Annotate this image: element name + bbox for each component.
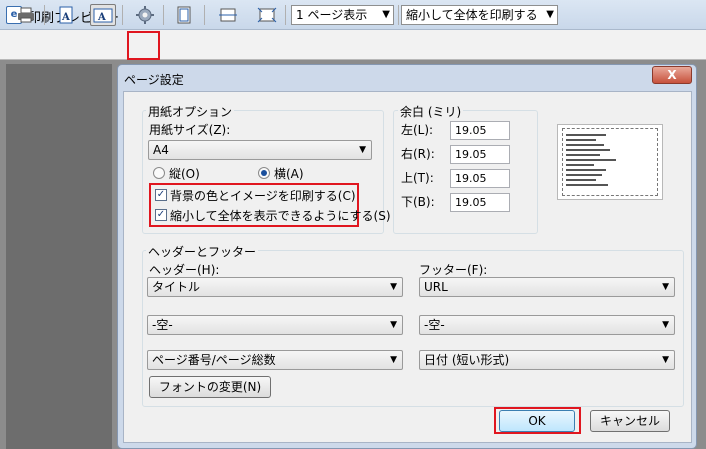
portrait-icon[interactable]: A — [54, 4, 78, 26]
margins-label: 余白 (ミリ) — [398, 103, 464, 120]
paper-options-label: 用紙オプション — [146, 103, 235, 120]
chevron-down-icon: ▼ — [390, 355, 397, 365]
page-preview-thumbnail — [557, 124, 663, 200]
header-select-2[interactable]: -空- ▼ — [147, 315, 403, 335]
footer-value-1: URL — [424, 280, 448, 294]
footer-select-2[interactable]: -空- ▼ — [419, 315, 675, 335]
header-select-1[interactable]: タイトル ▼ — [147, 277, 403, 297]
toolbar-separator — [204, 5, 205, 25]
chevron-down-icon: ▼ — [390, 282, 397, 292]
chevron-down-icon: ▼ — [662, 282, 669, 292]
print-icon[interactable] — [14, 4, 38, 26]
preview-page — [6, 64, 112, 449]
page-view-value: 1 ページ表示 — [296, 8, 368, 22]
chevron-down-icon: ▼ — [390, 320, 397, 330]
shrink-to-fit-checkbox[interactable]: ✓ — [155, 209, 167, 221]
print-background-checkbox[interactable]: ✓ — [155, 189, 167, 201]
toolbar-separator — [398, 5, 399, 25]
chevron-down-icon: ▼ — [662, 355, 669, 365]
toolbar-separator — [122, 5, 123, 25]
footer-value-3: 日付 (短い形式) — [424, 353, 510, 367]
footer-select-1[interactable]: URL ▼ — [419, 277, 675, 297]
close-icon[interactable]: X — [652, 66, 692, 84]
header-value-2: -空- — [152, 318, 173, 332]
header-value-1: タイトル — [152, 280, 201, 294]
chevron-down-icon: ▼ — [359, 145, 366, 155]
margin-left-input[interactable]: 19.05 — [450, 121, 510, 140]
header-select-3[interactable]: ページ番号/ページ総数 ▼ — [147, 350, 403, 370]
paper-size-label: 用紙サイズ(Z): — [149, 123, 231, 137]
shrink-to-fit-label: 縮小して全体を表示できるようにする(S) — [170, 209, 391, 223]
margin-left-label: 左(L): — [401, 123, 434, 137]
print-background-label: 背景の色とイメージを印刷する(C) — [170, 189, 356, 203]
toolbar-separator — [285, 5, 286, 25]
chevron-down-icon: ▼ — [662, 320, 669, 330]
svg-text:A: A — [97, 12, 106, 23]
page-width-icon[interactable] — [216, 4, 240, 26]
margin-bottom-label: 下(B): — [401, 195, 435, 209]
header-footer-label: ヘッダーとフッター — [146, 243, 259, 260]
margin-right-input[interactable]: 19.05 — [450, 145, 510, 164]
landscape-icon[interactable]: A — [90, 4, 116, 26]
header-footer-icon[interactable] — [172, 4, 196, 26]
footer-value-2: -空- — [424, 318, 445, 332]
margin-top-label: 上(T): — [401, 171, 434, 185]
scale-select[interactable]: 縮小して全体を印刷する ▼ — [401, 5, 558, 25]
chevron-down-icon: ▼ — [546, 9, 554, 20]
scale-value: 縮小して全体を印刷する — [406, 8, 538, 22]
footer-label: フッター(F): — [419, 263, 488, 277]
chevron-down-icon: ▼ — [382, 9, 390, 20]
gear-highlight — [127, 31, 160, 60]
landscape-label: 横(A) — [274, 167, 304, 181]
svg-text:A: A — [61, 12, 70, 23]
paper-size-value: A4 — [153, 143, 169, 157]
ok-button[interactable]: OK — [499, 410, 575, 432]
footer-select-3[interactable]: 日付 (短い形式) ▼ — [419, 350, 675, 370]
landscape-radio[interactable] — [258, 167, 270, 179]
margin-bottom-input[interactable]: 19.05 — [450, 193, 510, 212]
cancel-button[interactable]: キャンセル — [590, 410, 670, 432]
gear-icon[interactable] — [133, 4, 157, 26]
header-value-3: ページ番号/ページ総数 — [152, 353, 276, 367]
portrait-radio[interactable] — [153, 167, 165, 179]
change-font-button[interactable]: フォントの変更(N) — [149, 376, 271, 398]
margin-top-input[interactable]: 19.05 — [450, 169, 510, 188]
header-label: ヘッダー(H): — [149, 263, 220, 277]
dialog-title: ページ設定 — [124, 73, 184, 87]
margin-right-label: 右(R): — [401, 147, 435, 161]
page-view-select[interactable]: 1 ページ表示 ▼ — [291, 5, 394, 25]
paper-size-select[interactable]: A4 ▼ — [148, 140, 372, 160]
toolbar-separator — [163, 5, 164, 25]
portrait-label: 縦(O) — [169, 167, 200, 181]
toolbar — [0, 30, 706, 60]
full-page-icon[interactable] — [255, 4, 279, 26]
toolbar-separator — [44, 5, 45, 25]
